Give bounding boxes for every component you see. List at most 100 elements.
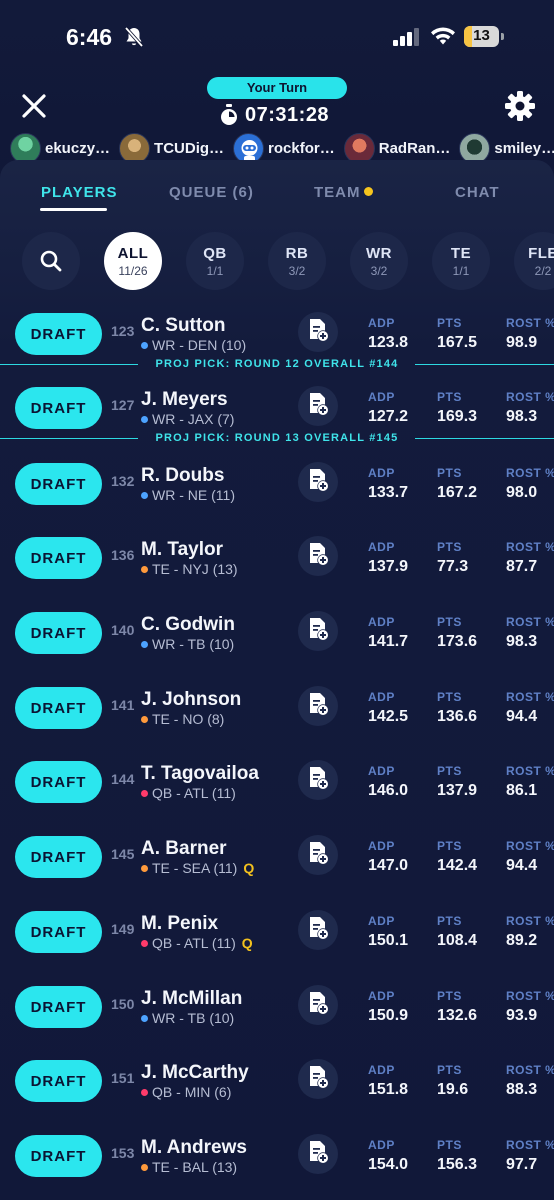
close-icon[interactable]: [20, 92, 48, 120]
add-to-queue-button[interactable]: [298, 835, 338, 875]
player-rank: 145: [111, 846, 135, 862]
player-bye: (7): [217, 411, 235, 427]
player-bye: (11): [211, 785, 236, 801]
player-rank: 149: [111, 921, 135, 937]
gear-icon[interactable]: [504, 90, 536, 122]
tab-chat[interactable]: CHAT: [455, 184, 500, 201]
player-name: J. McCarthy: [141, 1062, 249, 1083]
player-team: JAX: [187, 411, 214, 427]
rost-value: 94.4: [506, 708, 538, 725]
filter-rb[interactable]: RB 3/2: [268, 232, 326, 290]
filter-wr[interactable]: WR 3/2: [350, 232, 408, 290]
adp-stat: ADP 154.0: [368, 1138, 408, 1174]
meta-separator: -: [175, 636, 188, 652]
pts-value: 173.6: [437, 633, 478, 650]
player-meta: QB - ATL (11): [141, 785, 236, 801]
adp-label: ADP: [368, 466, 395, 480]
add-to-queue-button[interactable]: [298, 985, 338, 1025]
rost-value: 87.7: [506, 558, 538, 575]
player-meta: WR - JAX (7): [141, 411, 234, 427]
rost-label: ROST %: [506, 390, 554, 404]
pts-label: PTS: [437, 466, 462, 480]
player-position: TE: [152, 860, 170, 876]
draft-button[interactable]: DRAFT: [15, 387, 102, 429]
draft-button[interactable]: DRAFT: [15, 537, 102, 579]
draft-button[interactable]: DRAFT: [15, 313, 102, 355]
player-name: J. Johnson: [141, 689, 242, 710]
draft-button[interactable]: DRAFT: [15, 1060, 102, 1102]
pts-value: 108.4: [437, 932, 478, 949]
player-row[interactable]: DRAFT 140 C. Godwin WR - TB (10) ADP 141.7 PTS…: [0, 607, 554, 681]
player-meta: TE - NO (8): [141, 711, 224, 727]
player-row[interactable]: DRAFT 153 M. Andrews TE - BAL (13) ADP 154.0 P…: [0, 1130, 554, 1200]
add-to-queue-button[interactable]: [298, 910, 338, 950]
player-bye: (10): [209, 636, 235, 652]
add-to-queue-button[interactable]: [298, 1059, 338, 1099]
player-row[interactable]: DRAFT 132 R. Doubs WR - NE (11) ADP 133.7 PTS 1…: [0, 458, 554, 532]
pts-stat: PTS 167.2: [437, 466, 477, 502]
player-position: TE: [152, 711, 170, 727]
rost-label: ROST %: [506, 1138, 554, 1152]
position-dot: [141, 1015, 148, 1022]
adp-value: 137.9: [368, 558, 409, 575]
meta-separator: -: [169, 711, 183, 727]
adp-value: 123.8: [368, 334, 409, 351]
add-to-queue-button[interactable]: [298, 536, 338, 576]
player-row[interactable]: DRAFT 151 J. McCarthy QB - MIN (6) ADP 151.8 P…: [0, 1055, 554, 1129]
add-to-queue-button[interactable]: [298, 686, 338, 726]
tab-team[interactable]: TEAM: [314, 184, 373, 201]
draft-button[interactable]: DRAFT: [15, 612, 102, 654]
player-row[interactable]: DRAFT 149 M. Penix QB - ATL (11) Q ADP 150.1 PT…: [0, 906, 554, 980]
position-dot: [141, 641, 148, 648]
player-bye: (13): [212, 561, 238, 577]
add-to-queue-button[interactable]: [298, 386, 338, 426]
tab-players[interactable]: PLAYERS: [41, 184, 117, 201]
player-name: T. Tagovailoa: [141, 763, 259, 784]
adp-stat: ADP 150.1: [368, 914, 408, 950]
draft-button[interactable]: DRAFT: [15, 911, 102, 953]
player-team: TB: [187, 1010, 206, 1026]
position-dot: [141, 716, 148, 723]
player-row[interactable]: DRAFT 145 A. Barner TE - SEA (11) Q ADP 147.0 P…: [0, 831, 554, 905]
pts-stat: PTS 167.5: [437, 316, 477, 352]
pts-label: PTS: [437, 914, 462, 928]
add-to-queue-button[interactable]: [298, 611, 338, 651]
queue-add-icon: [307, 692, 329, 721]
draft-button[interactable]: DRAFT: [15, 1135, 102, 1177]
player-name: M. Taylor: [141, 539, 223, 560]
pts-stat: PTS 108.4: [437, 914, 477, 950]
player-meta: WR - DEN (10): [141, 337, 246, 353]
filter-qb[interactable]: QB 1/1: [186, 232, 244, 290]
add-to-queue-button[interactable]: [298, 312, 338, 352]
adp-stat: ADP 150.9: [368, 989, 408, 1025]
player-team: NYJ: [182, 561, 209, 577]
draft-button[interactable]: DRAFT: [15, 687, 102, 729]
filter-flex[interactable]: FLE 2/2: [514, 232, 554, 290]
questionable-tag: Q: [243, 860, 255, 876]
player-row[interactable]: DRAFT 144 T. Tagovailoa QB - ATL (11) ADP 146…: [0, 756, 554, 830]
add-to-queue-button[interactable]: [298, 760, 338, 800]
player-row[interactable]: DRAFT 136 M. Taylor TE - NYJ (13) ADP 137.9 PT…: [0, 532, 554, 606]
add-to-queue-button[interactable]: [298, 462, 338, 502]
search-button[interactable]: [22, 232, 80, 290]
rost-stat: ROST % 97.7: [506, 1138, 554, 1174]
meta-separator: -: [172, 1084, 185, 1100]
player-meta: QB - ATL (11) Q: [141, 935, 253, 951]
draft-button[interactable]: DRAFT: [15, 836, 102, 878]
draft-button[interactable]: DRAFT: [15, 761, 102, 803]
draft-button[interactable]: DRAFT: [15, 463, 102, 505]
rost-stat: ROST % 98.9: [506, 316, 554, 352]
position-dot: [141, 342, 148, 349]
player-row[interactable]: DRAFT 141 J. Johnson TE - NO (8) ADP 142.5 PTS…: [0, 682, 554, 756]
adp-value: 154.0: [368, 1156, 409, 1173]
filter-all[interactable]: ALL 11/26: [104, 232, 162, 290]
tab-queue[interactable]: QUEUE (6): [169, 184, 254, 201]
add-to-queue-button[interactable]: [298, 1134, 338, 1174]
player-rank: 140: [111, 622, 135, 638]
position-dot: [141, 1089, 148, 1096]
player-position: TE: [152, 561, 170, 577]
draft-button[interactable]: DRAFT: [15, 986, 102, 1028]
player-row[interactable]: DRAFT 150 J. McMillan WR - TB (10) ADP 150.9 P…: [0, 981, 554, 1055]
filter-te[interactable]: TE 1/1: [432, 232, 490, 290]
avatar: [343, 132, 375, 164]
